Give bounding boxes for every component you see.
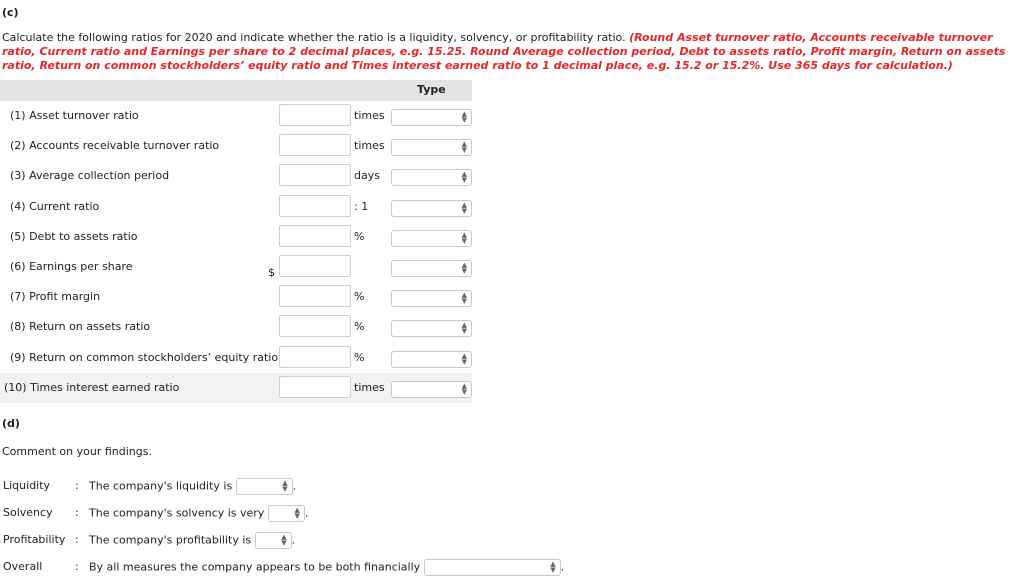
comment-text: The company's solvency is very	[89, 506, 265, 520]
ratio-label: (2) Accounts receivable turnover ratio	[10, 139, 220, 153]
select-arrows-icon: ▲ ▼	[461, 291, 467, 306]
select-arrows-icon: ▲ ▼	[461, 321, 467, 336]
type-select[interactable]: ▲ ▼	[391, 139, 472, 157]
ratio-value-input[interactable]	[279, 315, 351, 338]
ratio-value-input[interactable]	[279, 134, 351, 157]
ratio-label: (5) Debt to assets ratio	[10, 229, 138, 243]
comment-text: The company's profitability is	[89, 533, 252, 547]
ratio-value-input[interactable]	[279, 345, 351, 368]
ratio-label: (3) Average collection period	[10, 169, 170, 183]
select-arrows-icon: ▲ ▼	[461, 200, 467, 215]
comment-prompt: Comment on your findings.	[2, 445, 152, 458]
ratio-value-input[interactable]	[279, 104, 351, 126]
select-arrows-icon: ▲ ▼	[281, 533, 287, 547]
table-row: (4) Current ratio : 1 ▲ ▼	[0, 192, 472, 222]
unit-label: %	[354, 320, 365, 334]
unit-label: times	[354, 380, 385, 394]
type-select[interactable]: ▲ ▼	[391, 290, 472, 308]
table-row: (6) Earnings per share $ ▲ ▼	[0, 252, 472, 282]
ratio-value-input[interactable]	[279, 254, 351, 277]
colon: :	[75, 560, 79, 573]
comment-text: The company's liquidity is	[89, 479, 233, 493]
ratio-label: (1) Asset turnover ratio	[10, 109, 139, 122]
ratio-label: (4) Current ratio	[10, 199, 100, 213]
unit-label: times	[354, 109, 385, 122]
type-column-header: Type	[417, 83, 446, 96]
type-select[interactable]: ▲ ▼	[391, 320, 472, 338]
unit-label: %	[354, 350, 365, 364]
type-select[interactable]: ▲ ▼	[391, 229, 472, 247]
comment-label: Liquidity	[3, 479, 51, 492]
colon: :	[75, 479, 79, 492]
unit-label: %	[354, 290, 365, 304]
type-select[interactable]: ▲ ▼	[391, 350, 472, 368]
table-row: (8) Return on assets ratio % ▲ ▼	[0, 312, 472, 342]
instruction-text: Calculate the following ratios for 2020 …	[2, 31, 626, 44]
unit-label: %	[354, 229, 365, 243]
unit-label: times	[354, 139, 385, 153]
select-arrows-icon: ▲ ▼	[461, 260, 467, 275]
type-select[interactable]: ▲ ▼	[391, 169, 472, 187]
comment-select[interactable]: ▲ ▼	[235, 478, 293, 495]
ratio-value-input[interactable]	[279, 375, 351, 398]
select-arrows-icon: ▲ ▼	[461, 381, 467, 396]
comment-select[interactable]: ▲ ▼	[267, 505, 305, 522]
dollar-prefix: $	[268, 265, 275, 279]
select-arrows-icon: ▲ ▼	[461, 230, 467, 245]
select-arrows-icon: ▲ ▼	[461, 170, 467, 185]
table-row: (2) Accounts receivable turnover ratio t…	[0, 131, 472, 161]
colon: :	[75, 533, 79, 546]
ratio-value-input[interactable]	[279, 224, 351, 247]
period: .	[291, 533, 296, 547]
comment-text: By all measures the company appears to b…	[89, 560, 421, 574]
type-select[interactable]: ▲ ▼	[391, 380, 472, 398]
ratio-label: (9) Return on common stockholders’ equit…	[10, 350, 279, 364]
type-select[interactable]: ▲ ▼	[391, 259, 472, 277]
table-row: (5) Debt to assets ratio % ▲ ▼	[0, 222, 472, 252]
select-arrows-icon: ▲ ▼	[461, 140, 467, 155]
ratio-label: (6) Earnings per share	[10, 259, 133, 273]
comment-label: Profitability	[3, 533, 66, 546]
type-select[interactable]: ▲ ▼	[391, 109, 472, 126]
comment-label: Solvency	[3, 506, 53, 519]
table-row: (1) Asset turnover ratio times ▲ ▼	[0, 101, 472, 131]
table-header: Type	[0, 80, 472, 101]
table-row: (7) Profit margin % ▲ ▼	[0, 282, 472, 312]
part-d-heading: (d)	[2, 417, 20, 430]
part-c-heading: (c)	[2, 6, 19, 19]
type-select[interactable]: ▲ ▼	[391, 199, 472, 217]
select-arrows-icon: ▲ ▼	[550, 560, 556, 574]
colon: :	[75, 506, 79, 519]
select-arrows-icon: ▲ ▼	[461, 110, 467, 124]
unit-label: days	[354, 169, 380, 183]
ratios-table: Type (1) Asset turnover ratio times ▲ ▼ (2…	[0, 80, 472, 403]
ratio-value-input[interactable]	[279, 285, 351, 308]
select-arrows-icon: ▲ ▼	[294, 506, 300, 520]
select-arrows-icon: ▲ ▼	[282, 479, 288, 493]
instructions: Calculate the following ratios for 2020 …	[2, 31, 1020, 73]
period: .	[304, 506, 309, 520]
table-row: (3) Average collection period days ▲ ▼	[0, 161, 472, 191]
unit-label: : 1	[354, 199, 369, 213]
ratio-value-input[interactable]	[279, 164, 351, 187]
ratio-label: (10) Times interest earned ratio	[4, 380, 180, 394]
table-row: (9) Return on common stockholders’ equit…	[0, 343, 472, 373]
comment-select[interactable]: ▲ ▼	[254, 532, 292, 549]
ratio-label: (7) Profit margin	[10, 290, 101, 304]
period: .	[292, 479, 297, 493]
comment-label: Overall	[3, 560, 43, 573]
period: .	[560, 560, 565, 574]
ratio-label: (8) Return on assets ratio	[10, 320, 151, 334]
ratio-value-input[interactable]	[279, 194, 351, 217]
comment-select[interactable]: ▲ ▼	[423, 559, 561, 576]
table-row: (10) Times interest earned ratio times ▲…	[0, 372, 472, 403]
select-arrows-icon: ▲ ▼	[461, 351, 467, 366]
